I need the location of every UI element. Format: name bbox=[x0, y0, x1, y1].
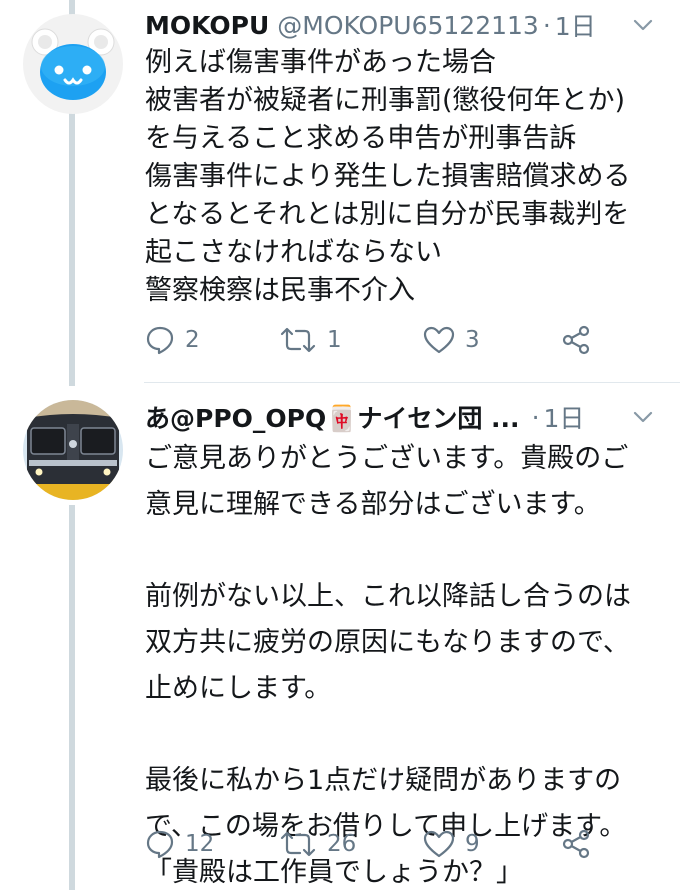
retweet-count: 26 bbox=[327, 831, 357, 857]
tweet-text-line: を与えること求める申告が刑事告訴 bbox=[145, 123, 577, 154]
tweet-text-line: 意見に理解できる部分はございます。 bbox=[145, 489, 601, 520]
reply-count: 2 bbox=[185, 327, 200, 353]
chevron-down-icon[interactable] bbox=[630, 12, 656, 38]
heart-icon bbox=[423, 326, 455, 354]
like-button[interactable]: 9 bbox=[423, 829, 480, 859]
separator-dot: · bbox=[542, 10, 551, 40]
retweet-button[interactable]: 26 bbox=[279, 829, 356, 859]
timeline: MOKOPU @MOKOPU65122113 · 1日 例えば傷害事件があった場… bbox=[0, 0, 680, 890]
timestamp[interactable]: 1日 bbox=[544, 399, 585, 435]
retweet-icon bbox=[280, 327, 316, 353]
share-icon bbox=[562, 829, 590, 859]
reply-count: 12 bbox=[185, 831, 215, 857]
reply-icon bbox=[146, 830, 174, 859]
retweet-count: 1 bbox=[327, 327, 342, 353]
reply-button[interactable]: 2 bbox=[145, 325, 200, 355]
tweet-header: あ@PPO_OPQ🀄ナイセン団 ... · 1日 bbox=[145, 398, 656, 436]
bear-face-icon bbox=[23, 14, 123, 114]
tweet-text: 例えば傷害事件があった場合 被害者が被疑者に刑事罰(懲役何年とか) を与えること… bbox=[145, 44, 666, 310]
display-name[interactable]: あ@PPO_OPQ🀄ナイセン団 ... bbox=[145, 399, 520, 435]
tweet-text-line: 傷害事件により発生した損害賠償求める bbox=[145, 161, 631, 192]
reply-icon bbox=[146, 326, 174, 355]
reply-button[interactable]: 12 bbox=[145, 829, 214, 859]
tweet-actions: 2 1 3 bbox=[145, 320, 615, 360]
like-count: 9 bbox=[465, 831, 480, 857]
retweet-button[interactable]: 1 bbox=[279, 325, 342, 355]
like-count: 3 bbox=[465, 327, 480, 353]
tweet-text-line: となるとそれとは別に自分が民事裁判を bbox=[145, 199, 630, 230]
train-icon bbox=[23, 400, 123, 500]
tweet-header: MOKOPU @MOKOPU65122113 · 1日 bbox=[145, 6, 656, 44]
tweet-text-line: 警察検察は民事不介入 bbox=[145, 275, 415, 306]
heart-icon bbox=[423, 830, 455, 858]
tweet-text-line: ご意見ありがとうございます。貴殿のご bbox=[145, 443, 629, 474]
share-icon bbox=[562, 325, 590, 355]
separator-dot: · bbox=[531, 402, 540, 432]
like-button[interactable]: 3 bbox=[423, 325, 480, 355]
avatar[interactable] bbox=[23, 400, 123, 500]
chevron-down-icon[interactable] bbox=[630, 404, 656, 430]
tweet-text-line: 最後に私から1点だけ疑問がありますの bbox=[145, 765, 622, 796]
tweet-actions: 12 26 9 bbox=[145, 824, 615, 864]
tweet[interactable]: あ@PPO_OPQ🀄ナイセン団 ... · 1日 ご意見ありがとうございます。貴… bbox=[0, 382, 680, 890]
tweet-text-line: 例えば傷害事件があった場合 bbox=[145, 47, 496, 78]
display-name[interactable]: MOKOPU bbox=[145, 11, 269, 40]
user-handle[interactable]: @MOKOPU65122113 bbox=[277, 11, 539, 40]
timestamp[interactable]: 1日 bbox=[555, 7, 596, 43]
tweet-text-line: 前例がない以上、これ以降話し合うのは bbox=[145, 581, 631, 612]
share-button[interactable] bbox=[561, 325, 591, 355]
tweet-text-line: 起こさなければならない bbox=[145, 237, 442, 268]
tweet-text: ご意見ありがとうございます。貴殿のご 意見に理解できる部分はございます。 前例が… bbox=[145, 436, 666, 890]
tweet-text-line: 止めにします。 bbox=[145, 673, 332, 704]
tweet[interactable]: MOKOPU @MOKOPU65122113 · 1日 例えば傷害事件があった場… bbox=[0, 0, 680, 382]
share-button[interactable] bbox=[561, 829, 591, 859]
avatar[interactable] bbox=[23, 14, 123, 114]
tweet-text-line: 双方共に疲労の原因にもなりますので、 bbox=[145, 627, 630, 658]
retweet-icon bbox=[280, 831, 316, 857]
tweet-text-line: 被害者が被疑者に刑事罰(懲役何年とか) bbox=[145, 85, 626, 116]
